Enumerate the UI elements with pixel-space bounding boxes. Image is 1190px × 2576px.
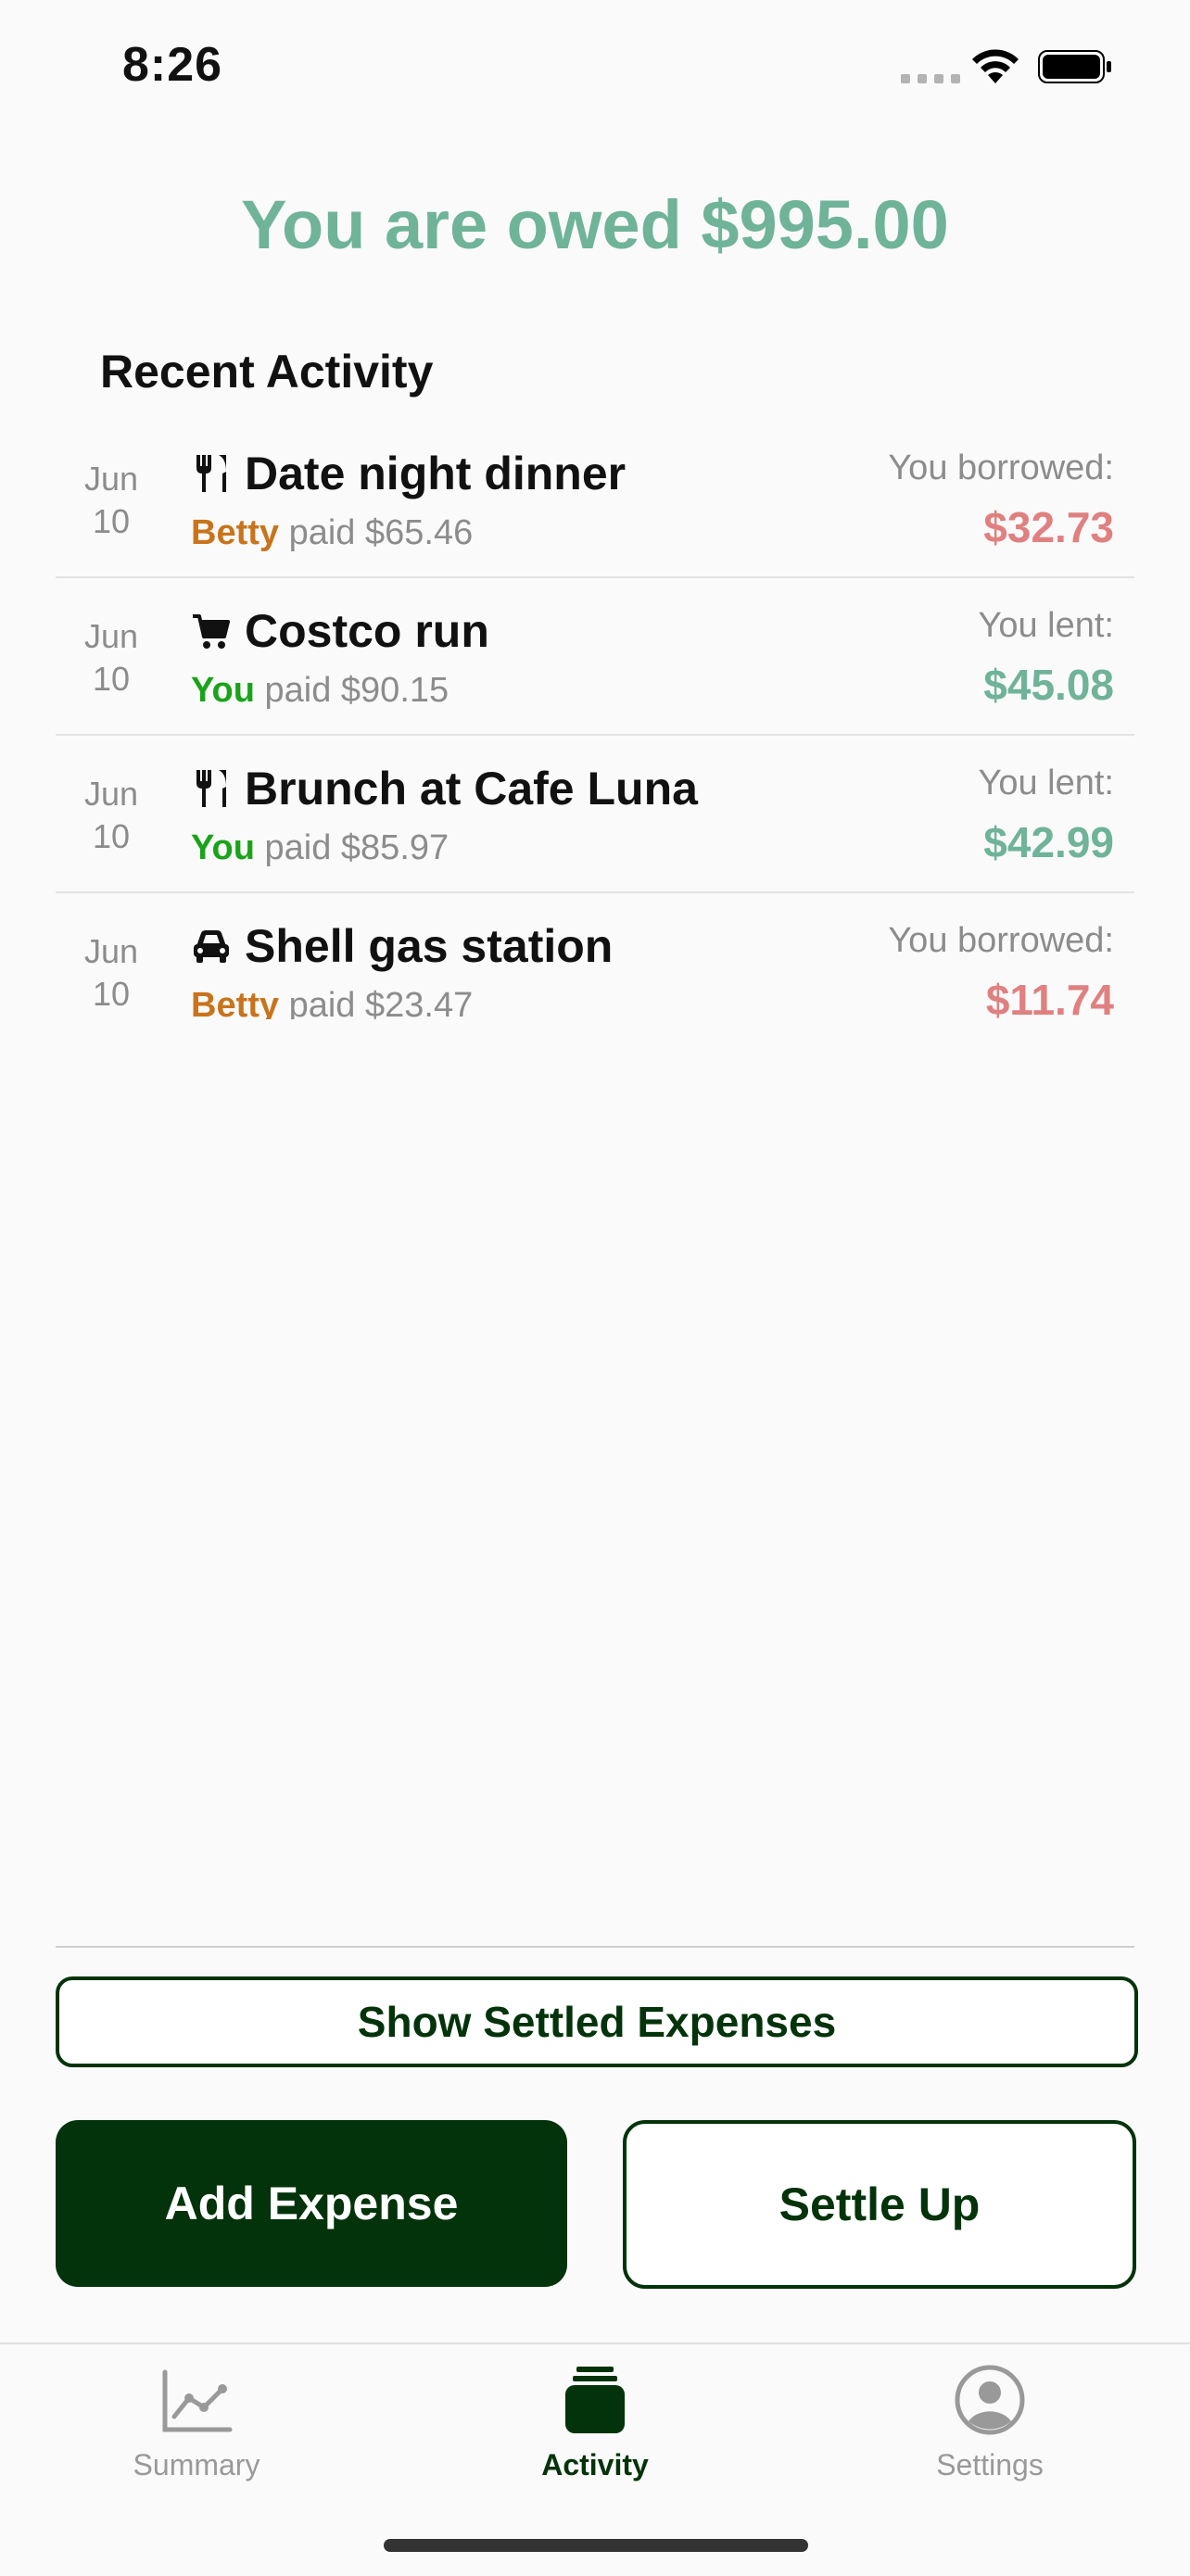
home-indicator xyxy=(384,2539,808,2552)
user-circle-icon xyxy=(955,2365,1025,2435)
car-icon xyxy=(194,930,229,963)
paid-amount: paid $65.46 xyxy=(288,513,474,552)
date-month: Jun xyxy=(83,617,139,655)
settle-up-button[interactable]: Settle Up xyxy=(623,2120,1136,2289)
share-amount: $45.08 xyxy=(983,661,1114,709)
activity-date: Jun 10 xyxy=(56,615,167,701)
paid-amount: paid $85.97 xyxy=(264,828,449,867)
share-amount: $42.99 xyxy=(983,818,1114,866)
activity-title: Date night dinner xyxy=(245,448,627,499)
activity-row[interactable]: Jun 10 Shell gas station Betty paid $23.47 Y… xyxy=(56,893,1134,1019)
date-month: Jun xyxy=(83,460,139,498)
activity-payer-line: You paid $90.15 xyxy=(191,671,449,711)
activity-row[interactable]: Jun 10 Brunch at Cafe Luna You paid $85.97 Y… xyxy=(56,736,1134,893)
share-amount: $11.74 xyxy=(985,976,1114,1019)
activity-date: Jun 10 xyxy=(56,773,167,858)
tab-label: Activity xyxy=(541,2448,649,2481)
battery-icon xyxy=(1038,50,1111,83)
show-settled-expenses-button[interactable]: Show Settled Expenses xyxy=(56,1976,1138,2067)
activity-date: Jun 10 xyxy=(56,458,167,543)
section-title: Recent Activity xyxy=(100,346,434,398)
payer-name: Betty xyxy=(191,513,280,552)
list-divider xyxy=(56,1946,1134,1948)
date-month: Jun xyxy=(83,775,139,813)
share-label: You lent: xyxy=(978,606,1114,645)
activity-payer-line: You paid $85.97 xyxy=(191,828,449,868)
date-day: 10 xyxy=(92,660,131,698)
activity-title: Costco run xyxy=(245,605,489,657)
activity-title-line: Date night dinner xyxy=(191,447,626,500)
activity-title: Brunch at Cafe Luna xyxy=(245,763,698,814)
tab-settings[interactable]: Settings xyxy=(851,2363,1129,2482)
activity-title-line: Shell gas station xyxy=(191,919,613,973)
add-expense-button[interactable]: Add Expense xyxy=(56,2120,567,2287)
tab-label: Settings xyxy=(936,2448,1044,2481)
balance-summary: You are owed $995.00 xyxy=(241,186,949,263)
paid-amount: paid $23.47 xyxy=(288,986,474,1019)
tab-summary[interactable]: Summary xyxy=(57,2363,335,2482)
paid-amount: paid $90.15 xyxy=(264,671,449,710)
share-amount: $32.73 xyxy=(983,503,1114,551)
activity-payer-line: Betty paid $23.47 xyxy=(191,986,473,1019)
activity-payer-line: Betty paid $65.46 xyxy=(191,513,473,553)
activity-title-line: Costco run xyxy=(191,604,489,658)
share-label: You lent: xyxy=(978,764,1114,802)
payer-name: Betty xyxy=(191,986,280,1019)
wifi-icon xyxy=(972,49,1019,83)
activity-title: Shell gas station xyxy=(245,920,614,972)
payer-name: You xyxy=(191,828,255,867)
payer-name: You xyxy=(191,671,255,710)
activity-date: Jun 10 xyxy=(56,930,167,1016)
activity-list[interactable]: Jun 10 Date night dinner Betty paid $65.46 Y… xyxy=(56,421,1134,1019)
share-label: You borrowed: xyxy=(888,448,1114,487)
activity-row[interactable]: Jun 10 Date night dinner Betty paid $65.46 Y… xyxy=(56,421,1134,578)
jar-icon xyxy=(565,2367,625,2433)
date-day: 10 xyxy=(92,502,131,540)
status-bar: 8:26 xyxy=(0,0,1190,139)
tab-activity[interactable]: Activity xyxy=(456,2363,734,2482)
share-label: You borrowed: xyxy=(888,921,1114,960)
date-month: Jun xyxy=(83,932,139,970)
cart-icon xyxy=(193,614,230,649)
activity-row[interactable]: Jun 10 Costco run You paid $90.15 You lent: $… xyxy=(56,578,1134,736)
chart-line-icon xyxy=(162,2369,233,2432)
tab-label: Summary xyxy=(133,2448,260,2481)
status-time: 8:26 xyxy=(122,38,223,92)
utensils-icon xyxy=(196,770,226,807)
cellular-signal-icon xyxy=(901,74,960,83)
utensils-icon xyxy=(196,455,226,492)
date-day: 10 xyxy=(92,975,131,1013)
date-day: 10 xyxy=(92,817,131,855)
activity-title-line: Brunch at Cafe Luna xyxy=(191,762,698,815)
